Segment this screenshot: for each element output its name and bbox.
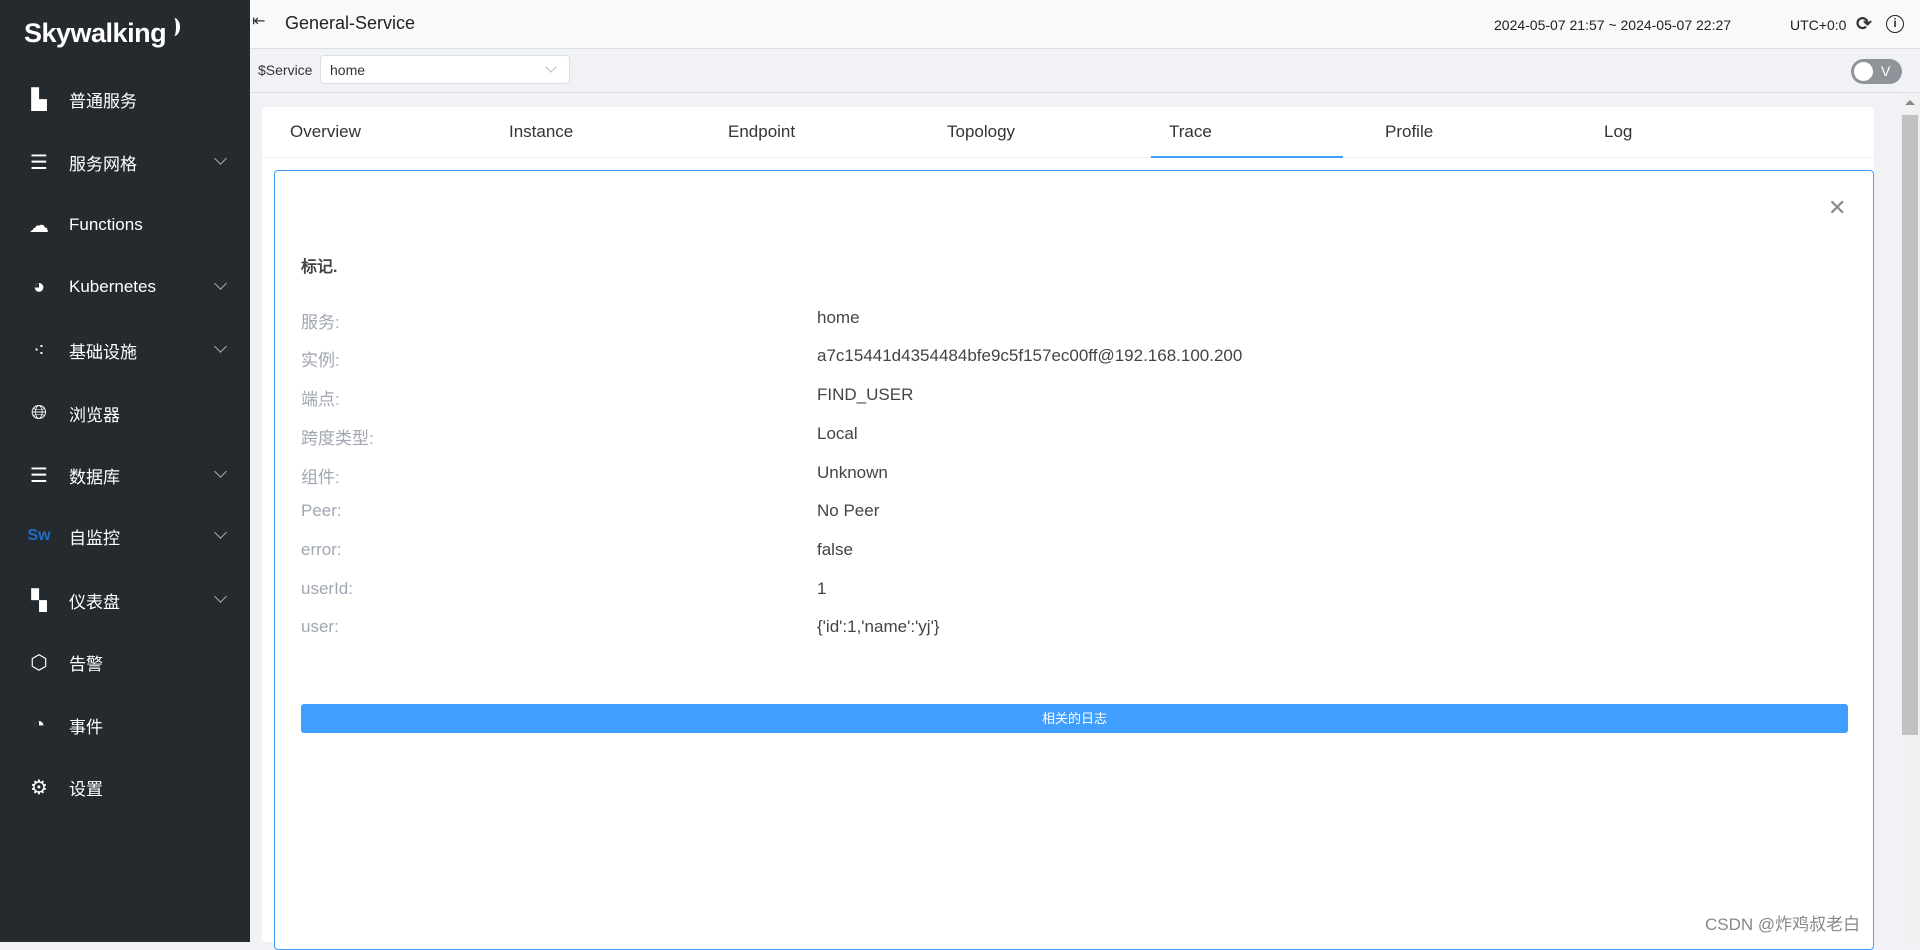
toggle-knob <box>1854 62 1873 81</box>
panel-title: 标记. <box>301 259 338 276</box>
sidebar-item-label: 设置 <box>69 779 103 799</box>
detail-row: 实例: a7c15441d4354484bfe9c5f157ec00ff@192.… <box>301 346 1243 370</box>
dashboard-add-icon: ▚ <box>31 589 47 612</box>
tab-instance[interactable]: Instance <box>481 107 673 158</box>
scroll-up-icon[interactable] <box>1905 100 1915 105</box>
sidebar-item-functions[interactable]: ☁ Functions <box>0 200 250 250</box>
service-select[interactable]: home <box>320 55 570 84</box>
sidebar-item-label: 告警 <box>69 654 103 674</box>
tab-topology[interactable]: Topology <box>919 107 1111 158</box>
database-icon: ☰ <box>30 464 48 487</box>
tab-log[interactable]: Log <box>1576 107 1768 158</box>
chevron-down-icon <box>214 277 227 290</box>
sidebar-item-general-service[interactable]: ▙ 普通服务 <box>0 74 250 124</box>
chevron-down-icon <box>214 340 227 353</box>
globe-icon: 🌐︎ <box>31 401 47 424</box>
sidebar-item-events[interactable]: ◔ 事件 <box>0 700 250 750</box>
sidebar-item-label: Functions <box>69 215 143 234</box>
detail-row: userId: 1 <box>301 579 827 598</box>
detail-row: 端点: FIND_USER <box>301 385 914 409</box>
sw-icon: Sw <box>27 527 51 544</box>
sidebar-item-infrastructure[interactable]: ⁖ 基础设施 <box>0 325 250 375</box>
gear-icon: ⚙ <box>30 776 48 799</box>
skywalking-logo[interactable]: Skywalking <box>24 18 181 49</box>
logo-moon-icon <box>168 18 181 36</box>
tab-overview[interactable]: Overview <box>262 107 454 158</box>
infrastructure-icon: ⁖ <box>33 339 45 362</box>
cloud-icon: ☁ <box>29 214 49 237</box>
sidebar-item-label: 自监控 <box>69 528 120 548</box>
chevron-down-icon <box>214 465 227 478</box>
tab-profile[interactable]: Profile <box>1357 107 1549 158</box>
chevron-down-icon <box>214 590 227 603</box>
detail-row: 组件: Unknown <box>301 463 888 487</box>
sidebar: Skywalking ▙ 普通服务 ☰ 服务网格 ☁ Functions ◕ Kuber… <box>0 0 250 942</box>
vertical-scrollbar[interactable] <box>1900 93 1920 942</box>
tab-bar: Overview Instance Endpoint Topology Trac… <box>262 107 1874 158</box>
sidebar-item-service-mesh[interactable]: ☰ 服务网格 <box>0 137 250 187</box>
sidebar-item-alerting[interactable]: ⬡ 告警 <box>0 637 250 687</box>
sidebar-item-label: Kubernetes <box>69 277 156 296</box>
watermark: CSDN @炸鸡叔老白 <box>1705 915 1861 934</box>
toggle-label: V <box>1881 63 1891 79</box>
alert-icon: ⬡ <box>30 651 48 674</box>
page-title: General-Service <box>285 13 416 33</box>
sidebar-item-label: 浏览器 <box>69 405 120 425</box>
detail-row: Peer: No Peer <box>301 501 880 520</box>
scrollbar-thumb[interactable] <box>1902 115 1918 735</box>
tab-trace[interactable]: Trace <box>1151 107 1343 158</box>
sidebar-item-label: 事件 <box>69 717 103 737</box>
related-logs-button[interactable]: 相关的日志 <box>301 704 1848 733</box>
tab-endpoint[interactable]: Endpoint <box>700 107 892 158</box>
sidebar-item-browser[interactable]: 🌐︎ 浏览器 <box>0 388 250 438</box>
v-toggle[interactable]: V <box>1851 59 1902 84</box>
event-icon: ◔ <box>32 713 46 736</box>
sidebar-item-label: 服务网格 <box>69 154 137 174</box>
detail-row: 跨度类型: Local <box>301 424 858 448</box>
detail-row: user: {'id':1,'name':'yj'} <box>301 617 940 636</box>
mesh-icon: ☰ <box>30 151 48 174</box>
sidebar-item-label: 数据库 <box>69 467 120 487</box>
timezone: UTC+0:0 <box>1790 17 1847 33</box>
sidebar-item-database[interactable]: ☰ 数据库 <box>0 450 250 500</box>
sidebar-item-settings[interactable]: ⚙ 设置 <box>0 762 250 812</box>
chevron-down-icon <box>214 152 227 165</box>
time-range[interactable]: 2024-05-07 21:57 ~ 2024-05-07 22:27 <box>1494 17 1731 33</box>
detail-row: error: false <box>301 540 853 559</box>
chevron-down-icon <box>545 61 557 73</box>
collapse-menu-icon[interactable]: ⇤ <box>252 14 270 30</box>
sidebar-item-kubernetes[interactable]: ◕ Kubernetes <box>0 262 250 312</box>
detail-row: 服务: home <box>301 308 860 332</box>
sidebar-item-self-observability[interactable]: Sw 自监控 <box>0 511 250 561</box>
refresh-icon[interactable]: ⟳ <box>1856 13 1872 36</box>
service-label: $Service <box>258 62 313 78</box>
chart-area-icon: ▙ <box>31 88 47 111</box>
logo-text: Skywalking <box>24 18 167 48</box>
info-icon[interactable]: i <box>1886 15 1904 33</box>
chevron-down-icon <box>214 526 227 539</box>
sidebar-item-label: 普通服务 <box>69 91 137 111</box>
close-icon[interactable]: ✕ <box>1828 195 1846 221</box>
kubernetes-icon: ◕ <box>32 275 46 298</box>
sidebar-item-dashboard[interactable]: ▚ 仪表盘 <box>0 575 250 625</box>
sidebar-item-label: 基础设施 <box>69 342 137 362</box>
sidebar-item-label: 仪表盘 <box>69 592 120 612</box>
service-select-value: home <box>330 62 366 78</box>
